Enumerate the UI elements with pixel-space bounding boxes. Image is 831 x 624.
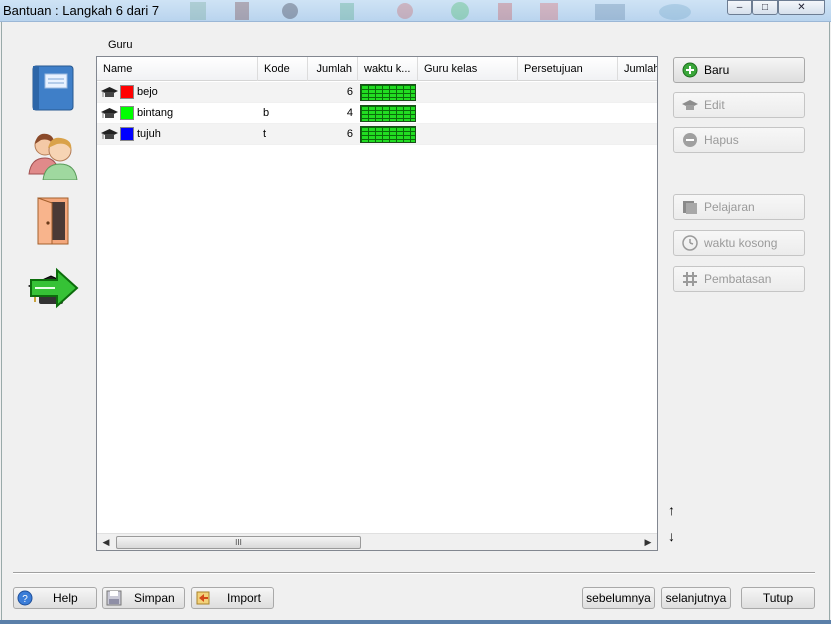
scrollbar-thumb[interactable]: III: [116, 536, 361, 549]
svg-text:?: ?: [22, 594, 28, 605]
maximize-icon: □: [761, 2, 769, 13]
book-stack-icon: [683, 201, 697, 214]
table-row[interactable]: tujuh t 6: [97, 124, 657, 145]
waktu-kosong-label: waktu kosong: [704, 236, 778, 250]
table-row[interactable]: bintang b 4: [97, 103, 657, 124]
pembatasan-button[interactable]: Pembatasan: [673, 266, 805, 292]
availability-grid[interactable]: [360, 125, 416, 143]
scroll-left-icon[interactable]: ◀: [99, 536, 113, 549]
tutup-label: Tutup: [762, 591, 794, 605]
selanjutnya-label: selanjutnya: [665, 591, 727, 605]
teacher-table[interactable]: Name Kode Jumlah waktu k... Guru kelas P…: [96, 56, 658, 551]
help-label: Help: [53, 591, 78, 605]
teacher-name: bejo: [137, 86, 158, 98]
add-icon: [682, 62, 698, 78]
section-label-guru: Guru: [108, 39, 133, 51]
teacher-name: tujuh: [137, 128, 161, 140]
edit-button[interactable]: Edit: [673, 92, 805, 118]
color-swatch: [120, 85, 134, 99]
table-row[interactable]: bejo 6: [97, 82, 657, 103]
save-icon: [106, 590, 122, 606]
taskbar-strip: [0, 620, 831, 624]
selanjutnya-button[interactable]: selanjutnya: [661, 587, 731, 609]
maximize-button[interactable]: □: [752, 0, 778, 15]
edit-label: Edit: [704, 98, 725, 112]
teacher-name: bintang: [137, 107, 174, 119]
title-bar: Bantuan : Langkah 6 dari 7 – □ ✕: [0, 0, 831, 22]
graduation-cap-icon: [101, 108, 118, 118]
table-body: bejo 6 bintang b 4 tujuh t 6: [97, 82, 657, 145]
import-button[interactable]: Import: [191, 587, 274, 609]
footer-separator: [13, 572, 815, 574]
hapus-button[interactable]: Hapus: [673, 127, 805, 153]
sebelumnya-label: sebelumnya: [586, 591, 651, 605]
teacher-jumlah: 6: [346, 86, 353, 98]
help-button[interactable]: ? Help: [13, 587, 97, 609]
minimize-icon: –: [736, 2, 743, 13]
tutup-button[interactable]: Tutup: [741, 587, 815, 609]
remove-icon: [683, 133, 697, 147]
help-icon: ?: [17, 590, 33, 606]
baru-label: Baru: [704, 63, 730, 77]
horizontal-scrollbar[interactable]: ◀ III ▶: [97, 533, 657, 550]
pelajaran-button[interactable]: Pelajaran: [673, 194, 805, 220]
graduation-cap-icon: [101, 87, 118, 97]
simpan-button[interactable]: Simpan: [102, 587, 185, 609]
column-header-name[interactable]: Name: [97, 57, 258, 81]
column-header-jumlah-2[interactable]: Jumlah: [618, 57, 657, 81]
pembatasan-label: Pembatasan: [704, 272, 772, 286]
simpan-label: Simpan: [134, 591, 175, 605]
minimize-button[interactable]: –: [727, 0, 752, 15]
hapus-label: Hapus: [704, 133, 739, 147]
import-icon: [196, 591, 210, 605]
column-header-kode[interactable]: Kode: [258, 57, 308, 81]
availability-grid[interactable]: [360, 104, 416, 122]
color-swatch: [120, 106, 134, 120]
waktu-kosong-button[interactable]: waktu kosong: [673, 230, 805, 256]
graduation-cap-icon: [682, 100, 698, 110]
door-icon[interactable]: [34, 196, 72, 246]
close-button[interactable]: ✕: [778, 0, 825, 15]
teacher-kode: [258, 82, 308, 103]
teacher-kode: b: [263, 107, 270, 119]
color-swatch: [120, 127, 134, 141]
notebook-icon[interactable]: [30, 64, 76, 112]
pelajaran-label: Pelajaran: [704, 200, 755, 214]
clock-icon: [682, 235, 698, 251]
column-header-waktu-kosong[interactable]: waktu k...: [358, 57, 418, 81]
column-header-jumlah[interactable]: Jumlah: [308, 57, 358, 81]
table-header: Name Kode Jumlah waktu k... Guru kelas P…: [97, 57, 657, 81]
teacher-jumlah: 4: [346, 107, 353, 119]
teacher-jumlah: 6: [346, 128, 353, 140]
baru-button[interactable]: Baru: [673, 57, 805, 83]
hash-icon: [683, 272, 697, 286]
teacher-kode: t: [263, 128, 267, 140]
close-icon: ✕: [797, 2, 806, 13]
scroll-right-icon[interactable]: ▶: [641, 536, 655, 549]
availability-grid[interactable]: [360, 83, 416, 101]
import-label: Import: [227, 591, 262, 605]
column-header-guru-kelas[interactable]: Guru kelas: [418, 57, 518, 81]
title-bar-background-icons: [190, 2, 691, 20]
graduation-cap-icon: [101, 129, 118, 139]
graduation-cap-arrow-icon[interactable]: [27, 264, 79, 312]
sebelumnya-button[interactable]: sebelumnya: [582, 587, 655, 609]
column-header-persetujuan[interactable]: Persetujuan: [518, 57, 618, 81]
window-title: Bantuan : Langkah 6 dari 7: [3, 3, 160, 18]
move-up-arrow-icon[interactable]: ↑: [668, 502, 675, 518]
move-down-arrow-icon[interactable]: ↓: [668, 528, 675, 544]
people-icon[interactable]: [27, 128, 79, 180]
